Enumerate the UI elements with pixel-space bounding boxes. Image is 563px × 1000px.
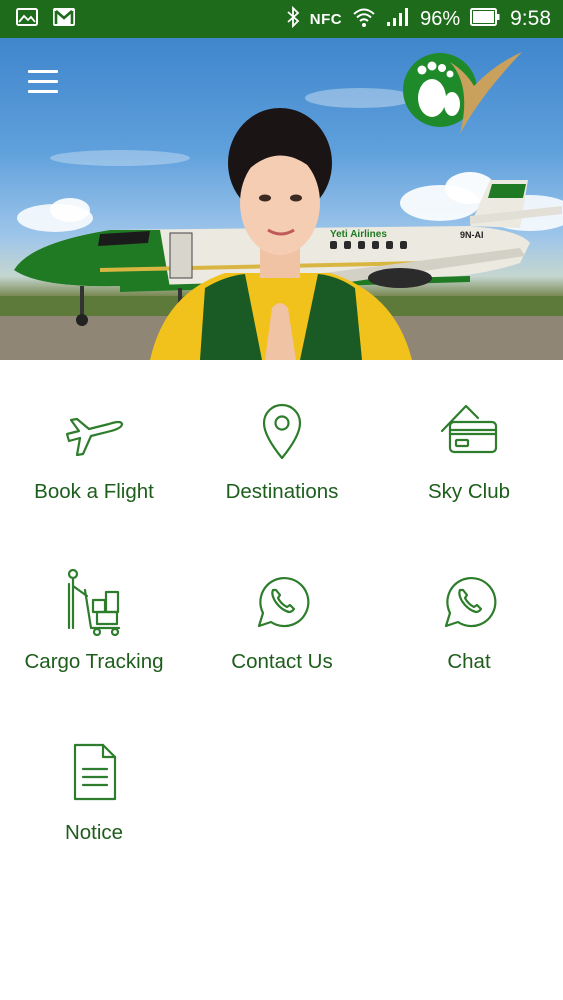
destinations-tile[interactable]: Destinations <box>188 360 376 520</box>
yeti-airlines-logo <box>400 42 530 142</box>
battery-icon <box>470 7 500 31</box>
status-bar: NFC 96% 9:58 <box>0 0 563 38</box>
airplane-icon <box>59 396 129 466</box>
menu-bar <box>28 69 58 73</box>
registration: 9N-AI <box>460 230 484 240</box>
cargo-tracking-label: Cargo Tracking <box>24 650 164 673</box>
signal-icon <box>386 7 410 32</box>
airline-name: Yeti Airlines <box>330 229 387 240</box>
bluetooth-icon <box>286 5 300 33</box>
contact-us-label: Contact Us <box>231 650 333 673</box>
cargo-cart-icon <box>59 566 129 636</box>
battery-percent: 96% <box>420 7 461 30</box>
card-icon <box>434 396 504 466</box>
contact-us-tile[interactable]: Contact Us <box>188 530 376 690</box>
chat-tile[interactable]: Chat <box>375 530 563 690</box>
chat-label: Chat <box>447 650 491 673</box>
hero-banner: Yeti Airlines 9N-AI <box>0 38 563 360</box>
book-a-flight-tile[interactable]: Book a Flight <box>0 360 188 520</box>
nfc-icon: NFC <box>309 10 343 28</box>
phone-chat-icon <box>434 566 504 636</box>
document-icon <box>59 737 129 807</box>
sky-club-tile[interactable]: Sky Club <box>375 360 563 520</box>
sky-club-label: Sky Club <box>427 480 511 503</box>
menu-bar <box>28 79 58 83</box>
cargo-tracking-tile[interactable]: Cargo Tracking <box>0 530 188 690</box>
wifi-icon <box>352 6 376 33</box>
gmail-icon <box>52 7 76 32</box>
image-icon <box>16 7 38 31</box>
book-a-flight-label: Book a Flight <box>34 480 154 503</box>
hamburger-menu-button[interactable] <box>20 64 66 98</box>
menu-bar <box>28 89 58 93</box>
phone-chat-icon <box>247 566 317 636</box>
notice-tile[interactable]: Notice <box>0 701 188 861</box>
clock: 9:58 <box>510 7 551 30</box>
location-pin-icon <box>247 396 317 466</box>
notice-label: Notice <box>64 821 124 844</box>
destinations-label: Destinations <box>225 480 339 503</box>
